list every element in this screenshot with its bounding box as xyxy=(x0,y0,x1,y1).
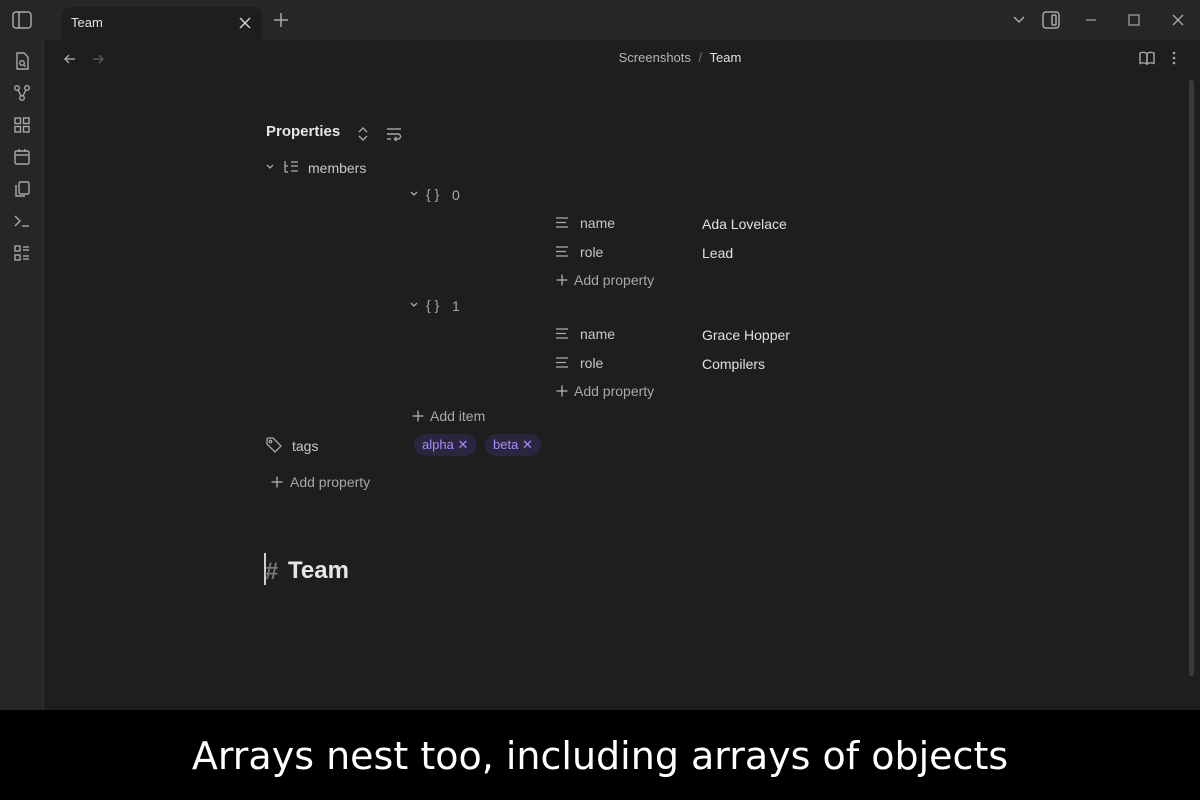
minimize-icon[interactable] xyxy=(1083,10,1099,30)
more-options-icon[interactable] xyxy=(1165,49,1183,67)
title-bar: Team xyxy=(0,0,1200,40)
quick-switcher-icon[interactable] xyxy=(12,51,32,71)
left-ribbon xyxy=(0,40,44,710)
maximize-icon[interactable] xyxy=(1126,10,1142,30)
heading-hash-marker: # xyxy=(265,558,279,585)
breadcrumb-folder[interactable]: Screenshots xyxy=(619,50,691,65)
item-1-chevron-down-icon[interactable] xyxy=(409,299,419,311)
text-type-icon xyxy=(554,244,570,260)
item-1-role-key[interactable]: role xyxy=(580,355,603,371)
item-0-index: 0 xyxy=(452,187,460,203)
add-property-button[interactable]: Add property xyxy=(290,474,370,490)
object-braces-icon: { } xyxy=(426,297,440,313)
item-0-add-property-button[interactable]: Add property xyxy=(574,272,654,288)
note-view: Screenshots / Team Properties members { … xyxy=(44,40,1200,710)
window-close-icon[interactable] xyxy=(1170,10,1186,30)
sidebar-toggle-icon[interactable] xyxy=(11,10,33,30)
item-1-name-value[interactable]: Grace Hopper xyxy=(702,327,790,343)
add-plus-icon[interactable] xyxy=(270,475,284,489)
caption-text: Arrays nest too, including arrays of obj… xyxy=(191,734,1009,778)
calendar-icon[interactable] xyxy=(12,147,32,167)
graph-view-icon[interactable] xyxy=(12,83,32,103)
add-plus-icon[interactable] xyxy=(555,273,569,287)
add-item-button[interactable]: Add item xyxy=(430,408,485,424)
item-0-chevron-down-icon[interactable] xyxy=(409,188,419,200)
add-plus-icon[interactable] xyxy=(411,409,425,423)
bases-list-icon[interactable] xyxy=(12,243,32,263)
tag-text: alpha xyxy=(422,437,454,452)
members-label[interactable]: members xyxy=(308,160,366,176)
wrap-text-icon[interactable] xyxy=(385,125,403,143)
item-0-name-key[interactable]: name xyxy=(580,215,615,231)
text-type-icon xyxy=(554,355,570,371)
list-type-icon[interactable] xyxy=(282,158,300,176)
text-type-icon xyxy=(554,326,570,342)
item-0-role-key[interactable]: role xyxy=(580,244,603,260)
add-plus-icon[interactable] xyxy=(555,384,569,398)
right-sidebar-toggle-icon[interactable] xyxy=(1041,10,1061,30)
tag-text: beta xyxy=(493,437,519,452)
new-tab-plus-icon[interactable] xyxy=(272,11,290,29)
close-icon[interactable] xyxy=(237,15,253,31)
breadcrumb-current[interactable]: Team xyxy=(710,50,742,65)
copy-files-icon[interactable] xyxy=(12,179,32,199)
item-1-name-key[interactable]: name xyxy=(580,326,615,342)
remove-tag-x-icon[interactable]: ✕ xyxy=(522,437,533,452)
tag-pill-beta[interactable]: beta ✕ xyxy=(485,434,541,456)
terminal-icon[interactable] xyxy=(12,211,32,231)
text-type-icon xyxy=(554,215,570,231)
item-1-role-value[interactable]: Compilers xyxy=(702,356,765,372)
canvas-grid-icon[interactable] xyxy=(12,115,32,135)
object-braces-icon: { } xyxy=(426,186,440,202)
members-chevron-down-icon[interactable] xyxy=(265,161,275,173)
tags-label[interactable]: tags xyxy=(292,438,318,454)
caption-bar: Arrays nest too, including arrays of obj… xyxy=(0,710,1200,800)
properties-heading[interactable]: Properties xyxy=(266,123,340,140)
note-heading[interactable]: Team xyxy=(288,557,349,585)
item-1-add-property-button[interactable]: Add property xyxy=(574,383,654,399)
remove-tag-x-icon[interactable]: ✕ xyxy=(457,437,468,452)
tag-pill-alpha[interactable]: alpha ✕ xyxy=(414,434,477,456)
reading-view-book-icon[interactable] xyxy=(1138,49,1156,67)
tab-list-chevron-down-icon[interactable] xyxy=(1011,10,1027,30)
collapse-expand-icon[interactable] xyxy=(356,125,370,143)
breadcrumb: Screenshots / Team xyxy=(44,50,1200,65)
item-0-name-value[interactable]: Ada Lovelace xyxy=(702,216,787,232)
item-1-index: 1 xyxy=(452,298,460,314)
item-0-role-value[interactable]: Lead xyxy=(702,245,733,261)
tab-title: Team xyxy=(71,15,103,30)
tab-team[interactable]: Team xyxy=(62,7,262,40)
breadcrumb-separator: / xyxy=(698,50,703,65)
vertical-scrollbar[interactable] xyxy=(1189,80,1194,676)
tag-icon xyxy=(265,436,283,454)
